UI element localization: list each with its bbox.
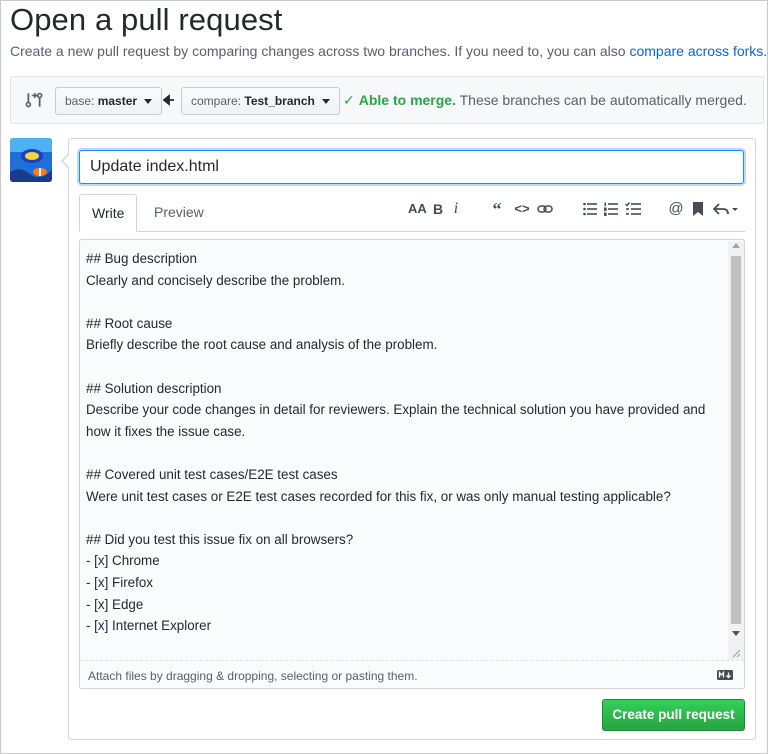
chevron-down-icon bbox=[322, 99, 331, 105]
merge-message: These branches can be automatically merg… bbox=[459, 92, 747, 108]
chevron-down-icon bbox=[144, 99, 153, 105]
markdown-icon bbox=[717, 670, 733, 680]
editor-line: Describe your code changes in detail for… bbox=[86, 402, 706, 418]
editor-line: how it fixes the issue case. bbox=[86, 423, 246, 439]
editor-line: ## Solution description bbox=[86, 380, 222, 396]
editor-line: Briefly describe the root cause and anal… bbox=[86, 337, 438, 353]
tab-preview[interactable]: Preview bbox=[142, 194, 216, 232]
scroll-down-icon[interactable] bbox=[732, 631, 740, 636]
merge-status: ✓ Able to merge. These branches can be au… bbox=[343, 92, 747, 109]
pr-body-text[interactable]: ## Bug description Clearly and concisely … bbox=[86, 248, 726, 637]
code-icon[interactable]: <> bbox=[514, 199, 530, 219]
subtitle-text: Create a new pull request by comparing c… bbox=[10, 43, 626, 59]
editor-line: Clearly and concisely describe the probl… bbox=[86, 272, 346, 288]
editor-line: - [x] Internet Explorer bbox=[86, 618, 212, 634]
compare-value: Test_branch bbox=[244, 94, 315, 108]
base-branch-select[interactable]: base: master bbox=[55, 87, 163, 115]
task-list-icon[interactable] bbox=[625, 199, 641, 219]
resize-grip-icon[interactable] bbox=[731, 648, 741, 658]
base-label: base: bbox=[65, 94, 95, 108]
editor-line: ## Covered unit test cases/E2E test case… bbox=[86, 466, 338, 482]
arrow-left-icon bbox=[163, 94, 174, 106]
tab-divider bbox=[79, 231, 745, 232]
compare-icon bbox=[25, 92, 43, 108]
editor-line: - [x] Chrome bbox=[86, 553, 160, 569]
compare-bar: base: master compare: Test_branch ✓ Able … bbox=[10, 76, 764, 124]
quote-icon[interactable]: “ bbox=[489, 199, 505, 219]
compare-branch-select[interactable]: compare: Test_branch bbox=[181, 87, 341, 115]
page-title: Open a pull request bbox=[10, 2, 283, 37]
editor-line: - [x] Firefox bbox=[86, 574, 153, 590]
compare-label: compare: bbox=[191, 94, 242, 108]
create-pull-request-button[interactable]: Create pull request bbox=[602, 699, 745, 731]
scrollbar-thumb[interactable] bbox=[731, 256, 741, 624]
pr-title-input[interactable] bbox=[79, 150, 744, 184]
bullet-list-icon[interactable] bbox=[583, 199, 597, 219]
text-size-icon[interactable]: AA bbox=[408, 199, 427, 219]
reply-icon[interactable] bbox=[713, 199, 739, 219]
editor-line: ## Did you test this issue fix on all br… bbox=[86, 531, 354, 547]
page-subtitle: Create a new pull request by comparing c… bbox=[10, 43, 767, 59]
editor-line: ## Root cause bbox=[86, 315, 173, 331]
editor-line: Were unit test cases or E2E test cases r… bbox=[86, 488, 671, 504]
numbered-list-icon[interactable] bbox=[604, 199, 618, 219]
editor-line: - [x] Edge bbox=[86, 596, 144, 612]
merge-ok-text: Able to merge. bbox=[358, 92, 456, 108]
avatar-image bbox=[10, 138, 52, 182]
avatar bbox=[10, 138, 52, 182]
check-icon: ✓ bbox=[343, 92, 355, 108]
tab-write[interactable]: Write bbox=[79, 194, 137, 232]
editor-line: ## Bug description bbox=[86, 251, 197, 266]
saved-reply-icon[interactable] bbox=[692, 199, 704, 219]
compare-forks-link[interactable]: compare across forks. bbox=[629, 43, 767, 59]
italic-icon[interactable]: i bbox=[451, 199, 461, 219]
scroll-up-icon[interactable] bbox=[732, 243, 740, 248]
attach-files-area[interactable]: Attach files by dragging & dropping, sel… bbox=[80, 660, 744, 688]
mention-icon[interactable]: @ bbox=[668, 199, 684, 219]
bold-icon[interactable]: B bbox=[432, 199, 444, 219]
link-icon[interactable] bbox=[537, 199, 553, 219]
base-value: master bbox=[97, 94, 138, 108]
